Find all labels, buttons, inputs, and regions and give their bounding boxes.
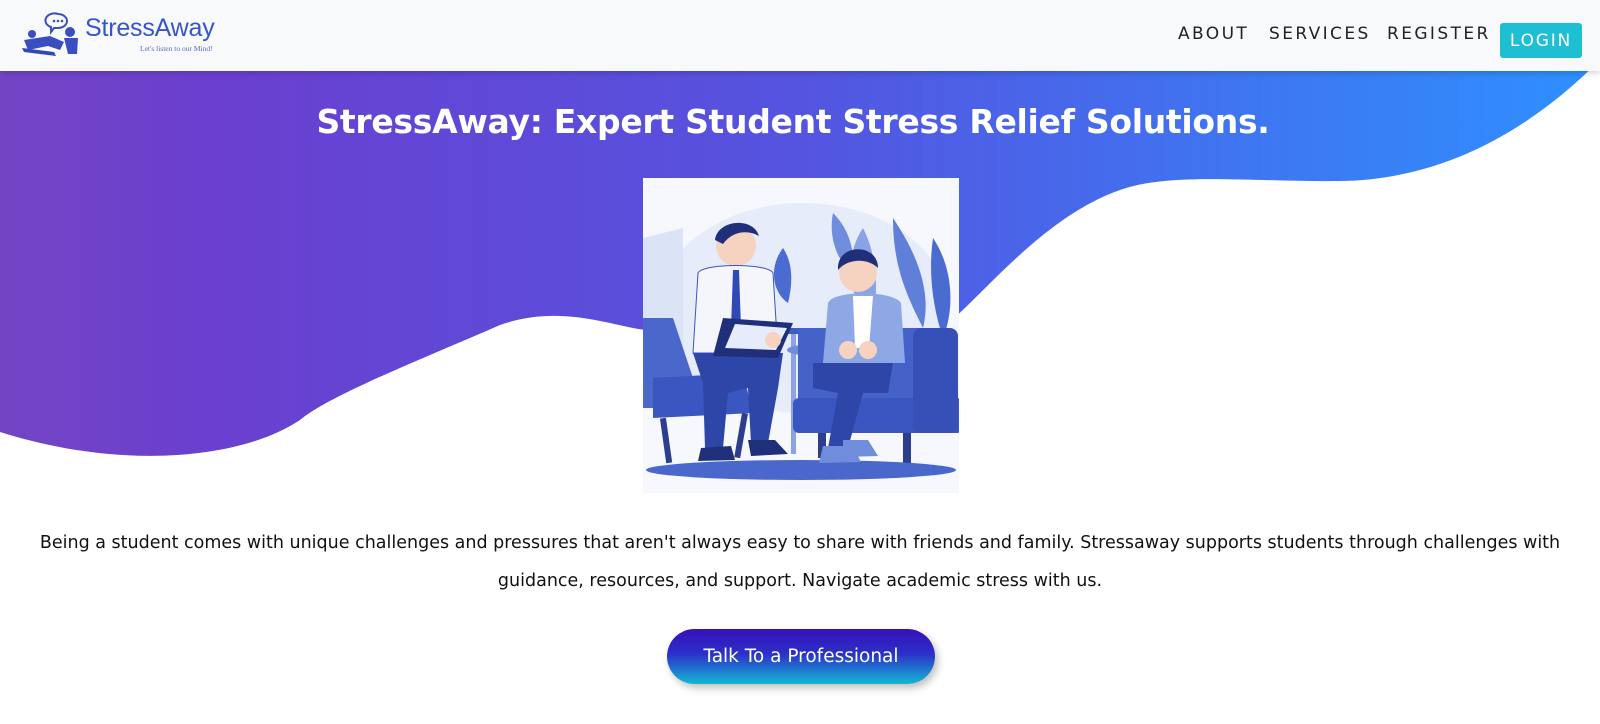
nav-link-services[interactable]: SERVICES <box>1269 24 1371 44</box>
talk-to-professional-button[interactable]: Talk To a Professional <box>667 629 935 684</box>
hero-title: StressAway: Expert Student Stress Relief… <box>316 102 1270 141</box>
login-button[interactable]: LOGIN <box>1500 23 1582 58</box>
navbar: StressAway Let's listen to our Mind! ABO… <box>0 0 1600 71</box>
main-nav: ABOUT SERVICES REGISTER <box>0 24 1600 48</box>
nav-link-register[interactable]: REGISTER <box>1387 24 1491 44</box>
counselor-and-student-illustration <box>643 178 959 493</box>
hero-description: Being a student comes with unique challe… <box>39 533 1561 591</box>
nav-link-about[interactable]: ABOUT <box>1178 24 1249 44</box>
